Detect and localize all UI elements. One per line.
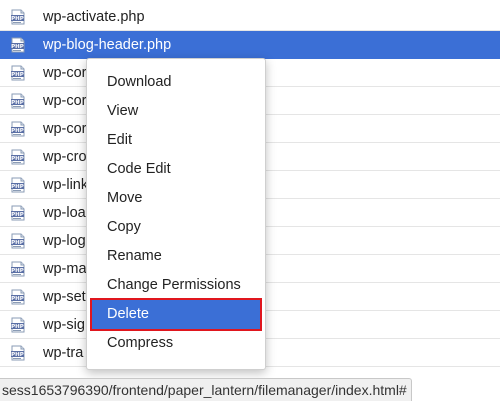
svg-text:PHP: PHP [11,100,24,106]
menu-item-change-permissions[interactable]: Change Permissions [90,271,262,300]
context-menu: Download View Edit Code Edit Move Copy Rename C… [86,58,266,370]
svg-text:PHP: PHP [11,72,24,78]
php-file-icon: PHP [10,261,26,277]
php-file-icon: PHP [10,149,26,165]
svg-text:PHP: PHP [11,268,24,274]
svg-text:PHP: PHP [11,212,24,218]
file-row[interactable]: PHP wp-blog-header.php [0,31,500,59]
svg-text:PHP: PHP [11,16,24,22]
menu-item-view[interactable]: View [90,97,262,126]
php-file-icon: PHP [10,233,26,249]
php-file-icon: PHP [10,205,26,221]
php-file-icon: PHP [10,37,26,53]
file-name: wp-tra [43,344,84,361]
file-name: wp-log [43,232,86,249]
menu-item-copy[interactable]: Copy [90,213,262,242]
menu-item-download[interactable]: Download [90,68,262,97]
file-name: wp-activate.php [43,8,145,25]
file-name: wp-cor [43,120,87,137]
file-name: wp-cor [43,92,87,109]
php-file-icon: PHP [10,65,26,81]
svg-text:PHP: PHP [11,324,24,330]
status-bar-url: sess1653796390/frontend/paper_lantern/fi… [0,378,412,401]
svg-text:PHP: PHP [11,296,24,302]
file-name: wp-link [43,176,89,193]
svg-text:PHP: PHP [11,184,24,190]
php-file-icon: PHP [10,93,26,109]
file-name: wp-set [43,288,86,305]
file-name: wp-cro [43,148,87,165]
svg-text:PHP: PHP [11,240,24,246]
svg-text:PHP: PHP [11,352,24,358]
menu-item-move[interactable]: Move [90,184,262,213]
php-file-icon: PHP [10,121,26,137]
php-file-icon: PHP [10,289,26,305]
file-name: wp-sig [43,316,85,333]
php-file-icon: PHP [10,345,26,361]
svg-text:PHP: PHP [11,156,24,162]
file-name: wp-blog-header.php [43,36,172,53]
menu-item-rename[interactable]: Rename [90,242,262,271]
menu-item-edit[interactable]: Edit [90,126,262,155]
file-name: wp-ma [43,260,87,277]
file-row[interactable]: PHP wp-activate.php [0,3,500,31]
svg-text:PHP: PHP [11,128,24,134]
menu-item-compress[interactable]: Compress [90,329,262,358]
svg-text:PHP: PHP [11,44,24,50]
php-file-icon: PHP [10,177,26,193]
menu-item-code-edit[interactable]: Code Edit [90,155,262,184]
php-file-icon: PHP [10,317,26,333]
file-name: wp-cor [43,64,87,81]
menu-item-delete[interactable]: Delete [90,298,262,331]
php-file-icon: PHP [10,9,26,25]
file-name: wp-loa [43,204,86,221]
